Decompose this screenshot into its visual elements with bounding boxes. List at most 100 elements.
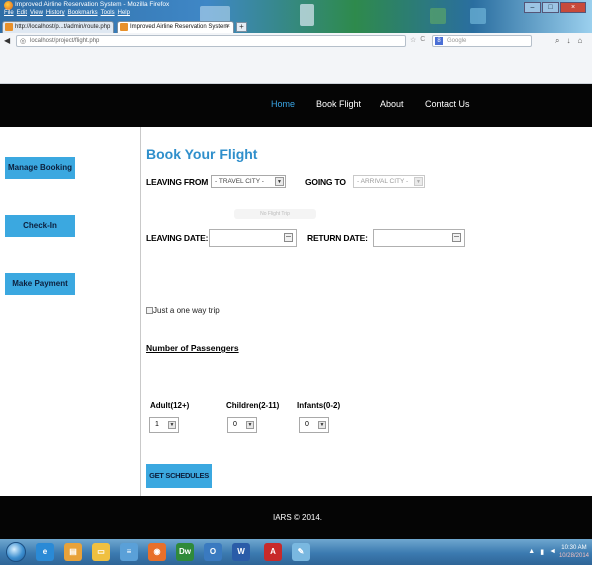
booking-form: Book Your Flight LEAVING FROM - TRAVEL C… [141, 127, 592, 496]
chevron-down-icon: ▼ [318, 421, 326, 429]
faded-trip-button: No Flight Trip [234, 209, 316, 219]
system-clock[interactable]: 10:30 AM 10/28/2014 [559, 544, 589, 560]
children-value: 0 [233, 421, 237, 428]
site-footer: IARS © 2014. [0, 496, 592, 539]
toolbar-icons: ⌕ ↓ ⌂ [555, 36, 582, 46]
firefox-icon [4, 1, 13, 10]
check-in-button[interactable]: Check-In [5, 215, 75, 237]
passengers-heading: Number of Passengers [146, 343, 239, 353]
minimize-button[interactable]: – [524, 2, 541, 13]
network-icon[interactable]: ▮ [540, 548, 544, 556]
nav-contact-us[interactable]: Contact Us [425, 99, 470, 109]
search-bar[interactable]: 8 Google [432, 35, 532, 47]
tab-label: http://localhost/p...t/admin/route.php [15, 24, 111, 30]
menu-edit[interactable]: Edit [17, 10, 27, 16]
speaker-icon[interactable]: ◄ [549, 548, 556, 556]
site-header: Home Book Flight About Contact Us [0, 84, 592, 127]
show-hidden-icons-icon[interactable]: ▲ [528, 548, 535, 556]
make-payment-button[interactable]: Make Payment [5, 273, 75, 295]
one-way-label: Just a one way trip [153, 306, 220, 315]
url-text: localhost/project/flight.php [30, 38, 100, 44]
tab-favicon [5, 23, 13, 31]
window-title: Improved Airline Reservation System - Mo… [15, 1, 170, 8]
search-placeholder: Google [447, 38, 467, 44]
url-actions: ☆ C [410, 36, 425, 44]
internet-explorer-icon[interactable]: e [36, 543, 54, 561]
page-title: Book Your Flight [146, 146, 258, 162]
search-icon[interactable]: ⌕ [555, 36, 559, 46]
tab-airline-reservation[interactable]: Improved Airline Reservation System × [117, 21, 234, 33]
menu-tools[interactable]: Tools [101, 10, 115, 16]
start-button[interactable] [6, 542, 26, 562]
calendar-icon[interactable] [284, 233, 293, 242]
tab-strip: http://localhost/p...t/admin/route.php I… [0, 19, 592, 33]
tab-close-button[interactable]: × [226, 22, 230, 32]
adult-select[interactable]: 1 ▼ [149, 417, 179, 433]
tab-favicon [120, 23, 128, 31]
bookmark-star-icon[interactable]: ☆ [410, 36, 416, 44]
menu-view[interactable]: View [30, 10, 43, 16]
children-select[interactable]: 0 ▼ [227, 417, 257, 433]
sidebar: Manage Booking Check-In Make Payment [0, 127, 141, 496]
return-date-field[interactable] [373, 229, 465, 247]
tab-admin-route[interactable]: http://localhost/p...t/admin/route.php [2, 21, 114, 33]
new-tab-button[interactable]: + [236, 22, 247, 32]
nav-about[interactable]: About [380, 99, 404, 109]
going-to-select[interactable]: - ARRIVAL CITY - ▼ [353, 175, 425, 188]
close-window-button[interactable]: × [560, 2, 586, 13]
children-label: Children(2-11) [226, 401, 280, 410]
back-arrow-icon[interactable]: ◀ [4, 36, 14, 46]
menu-bookmarks[interactable]: Bookmarks [68, 10, 98, 16]
word-icon[interactable]: W [232, 543, 250, 561]
manage-booking-button[interactable]: Manage Booking [5, 157, 75, 179]
maximize-button[interactable]: □ [542, 2, 559, 13]
calendar-icon[interactable] [452, 233, 461, 242]
leaving-from-select[interactable]: - TRAVEL CITY - ▼ [211, 175, 286, 188]
windows-taskbar: e ▤ ▭ ≡ ◉ Dw O W A ✎ ▲ ▮ ◄ 10:30 AM 10/2… [0, 539, 592, 565]
folder-icon[interactable]: ▭ [92, 543, 110, 561]
menu-bar: File Edit View History Bookmarks Tools H… [4, 10, 130, 16]
return-date-label: RETURN DATE: [307, 233, 368, 243]
address-bar[interactable]: ◎ localhost/project/flight.php [16, 35, 406, 47]
chevron-down-icon: ▼ [246, 421, 254, 429]
nav-home[interactable]: Home [271, 99, 295, 109]
menu-history[interactable]: History [46, 10, 65, 16]
browser-navigation-bar: ◀ ◎ localhost/project/flight.php ☆ C 8 G… [0, 33, 592, 84]
chevron-down-icon: ▼ [414, 177, 423, 186]
acrobat-icon[interactable]: A [264, 543, 282, 561]
window-titlebar: Improved Airline Reservation System - Mo… [0, 0, 592, 33]
infants-label: Infants(0-2) [297, 401, 341, 410]
search-engine-icon[interactable]: 8 [435, 37, 443, 45]
nav-book-flight[interactable]: Book Flight [316, 99, 361, 109]
menu-help[interactable]: Help [118, 10, 130, 16]
notepad-icon[interactable]: ≡ [120, 543, 138, 561]
chevron-down-icon: ▼ [168, 421, 176, 429]
reload-icon[interactable]: C [420, 36, 425, 44]
infants-select[interactable]: 0 ▼ [299, 417, 329, 433]
system-tray: ▲ ▮ ◄ [528, 548, 556, 556]
explorer-icon[interactable]: ▤ [64, 543, 82, 561]
leaving-date-label: LEAVING DATE: [146, 233, 209, 243]
menu-file[interactable]: File [4, 10, 14, 16]
footer-copyright: IARS © 2014. [273, 513, 323, 522]
window-controls: – □ × [524, 2, 586, 13]
get-schedules-button[interactable]: GET SCHEDULES [146, 464, 212, 488]
going-to-label: GOING TO [305, 177, 346, 187]
infants-value: 0 [305, 421, 309, 428]
outlook-icon[interactable]: O [204, 543, 222, 561]
dreamweaver-icon[interactable]: Dw [176, 543, 194, 561]
home-icon[interactable]: ⌂ [577, 36, 582, 46]
going-to-value: - ARRIVAL CITY - [357, 178, 409, 185]
clock-time: 10:30 AM [561, 545, 587, 551]
leaving-date-field[interactable] [209, 229, 297, 247]
download-icon[interactable]: ↓ [566, 36, 570, 46]
adult-label: Adult(12+) [150, 401, 190, 410]
site-identity-icon: ◎ [20, 38, 27, 45]
paint-icon[interactable]: ✎ [292, 543, 310, 561]
chevron-down-icon: ▼ [275, 177, 284, 186]
firefox-icon[interactable]: ◉ [148, 543, 166, 561]
leaving-from-label: LEAVING FROM [146, 177, 209, 187]
tab-label: Improved Airline Reservation System [130, 24, 229, 30]
one-way-checkbox[interactable] [146, 307, 153, 314]
clock-date: 10/28/2014 [558, 553, 589, 559]
